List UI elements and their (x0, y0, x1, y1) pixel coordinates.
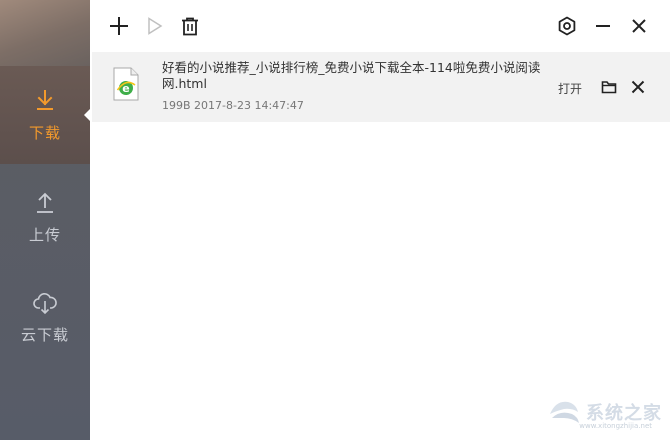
watermark-logo-icon (550, 401, 579, 423)
add-button[interactable] (106, 13, 132, 39)
close-window-button[interactable] (626, 13, 652, 39)
play-icon (148, 17, 163, 35)
file-size: 199B (162, 99, 191, 112)
cloud-download-icon (33, 292, 57, 314)
delete-icon (182, 17, 198, 35)
sidebar-item-label: 云下载 (20, 325, 69, 344)
sidebar-item-upload[interactable]: 上传 (0, 168, 90, 266)
sidebar-item-download[interactable]: 下载 (0, 66, 91, 164)
file-time: 2017-8-23 14:47:47 (194, 99, 304, 112)
add-icon (110, 17, 128, 35)
toolbar (90, 0, 670, 52)
upload-icon (37, 192, 53, 213)
sidebar: 下载 上传 云下载 (0, 0, 91, 440)
sidebar-item-label: 下载 (28, 123, 61, 142)
sidebar-item-label: 上传 (28, 225, 61, 244)
download-list-item[interactable]: e 好看的小说推荐_小说排行榜_免费小说下载全本-114啦免费小说阅读网.htm… (92, 52, 670, 122)
folder-icon (601, 81, 617, 94)
open-file-link[interactable]: 打开 (558, 80, 582, 97)
sidebar-header (0, 0, 90, 66)
sidebar-item-cloud-download[interactable]: 云下载 (0, 268, 90, 366)
minimize-button[interactable] (590, 13, 616, 39)
watermark-url: www.xitongzhijia.net (579, 422, 652, 430)
settings-icon (558, 16, 576, 36)
start-button[interactable] (142, 13, 168, 39)
open-folder-button[interactable] (600, 78, 618, 96)
watermark: 系统之家 www.xitongzhijia.net (502, 392, 662, 432)
delete-button[interactable] (177, 13, 203, 39)
remove-item-button[interactable] (629, 78, 647, 96)
ie-html-file-icon: e (113, 67, 139, 101)
download-icon (37, 89, 53, 110)
close-icon (632, 19, 646, 33)
settings-button[interactable] (554, 13, 580, 39)
file-meta: 199B 2017-8-23 14:47:47 (162, 99, 304, 112)
close-icon (631, 80, 645, 94)
file-name: 好看的小说推荐_小说排行榜_免费小说下载全本-114啦免费小说阅读网.html (162, 60, 541, 91)
minimize-icon (596, 25, 610, 27)
